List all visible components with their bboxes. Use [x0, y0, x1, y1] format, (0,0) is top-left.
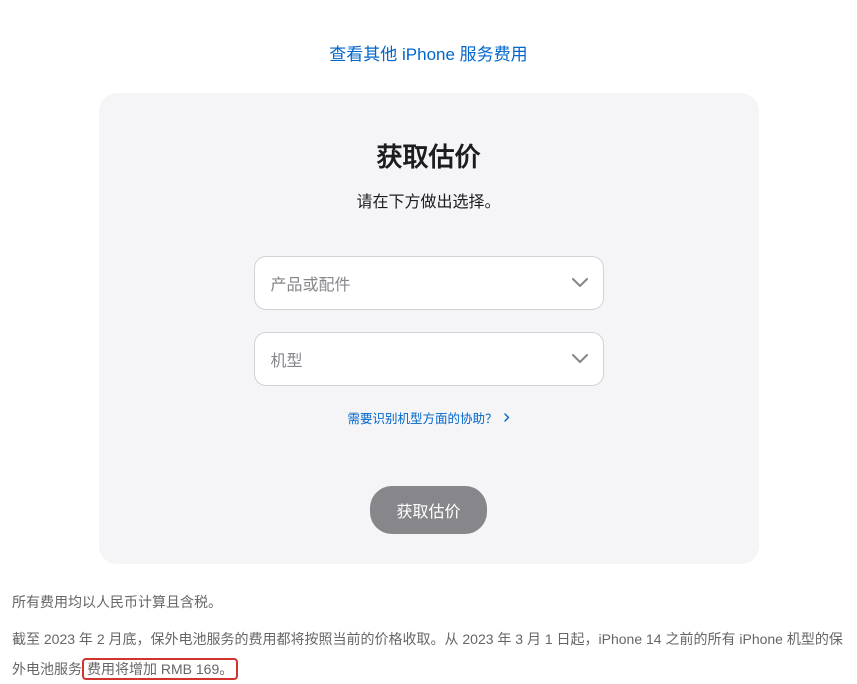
price-increase-highlight: 费用将增加 RMB 169。: [82, 658, 238, 680]
footer-line-2: 截至 2023 年 2 月底，保外电池服务的费用都将按照当前的价格收取。从 20…: [12, 625, 845, 684]
footer-disclaimer: 所有费用均以人民币计算且含税。 截至 2023 年 2 月底，保外电池服务的费用…: [0, 564, 857, 684]
model-select-placeholder: 机型: [271, 347, 303, 371]
card-subtitle: 请在下方做出选择。: [139, 188, 719, 212]
footer-line-1: 所有费用均以人民币计算且含税。: [12, 588, 845, 617]
help-link-label: 需要识别机型方面的协助？: [347, 408, 497, 427]
chevron-right-icon: [504, 413, 510, 422]
get-estimate-button[interactable]: 获取估价: [370, 486, 486, 534]
estimate-card: 获取估价 请在下方做出选择。 产品或配件 机型 需要识别机型方面的协助？ 获取估…: [99, 93, 759, 564]
identify-model-help-link[interactable]: 需要识别机型方面的协助？: [347, 408, 509, 427]
product-select-placeholder: 产品或配件: [271, 271, 351, 295]
view-other-services-link[interactable]: 查看其他 iPhone 服务费用: [329, 45, 527, 64]
model-select[interactable]: 机型: [254, 332, 604, 386]
card-title: 获取估价: [139, 137, 719, 174]
product-select[interactable]: 产品或配件: [254, 256, 604, 310]
